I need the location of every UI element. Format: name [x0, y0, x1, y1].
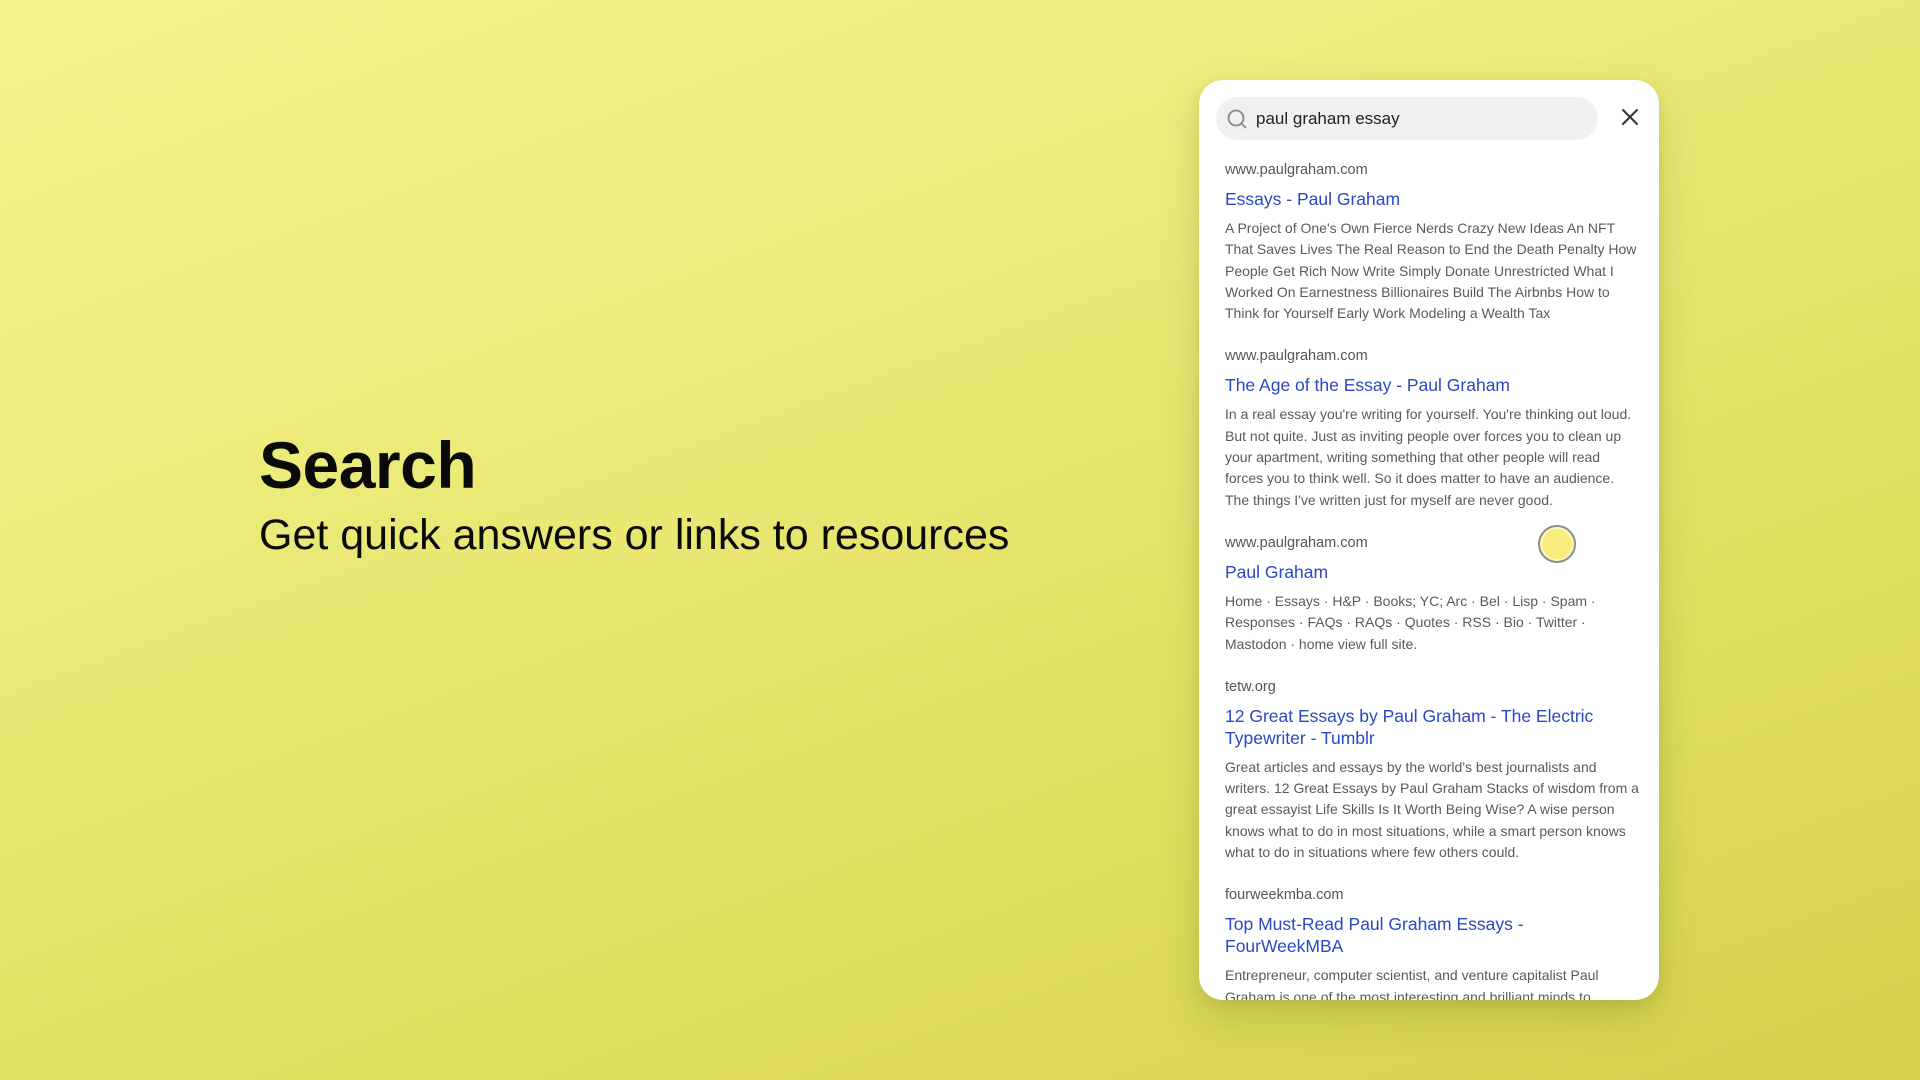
result-snippet: Entrepreneur, computer scientist, and ve… — [1225, 967, 1599, 1000]
result-domain: www.paulgraham.com — [1225, 534, 1368, 551]
result-domain: www.paulgraham.com — [1225, 162, 1368, 178]
search-input[interactable] — [1256, 108, 1576, 129]
close-button[interactable] — [1616, 105, 1644, 133]
hero-subtitle: Get quick answers or links to resources — [259, 511, 1010, 559]
result-snippet: A Project of One's Own Fierce Nerds Craz… — [1225, 220, 1637, 322]
result-item: www.paulgraham.com The Age of the Essay … — [1225, 346, 1639, 510]
result-title-link[interactable]: Top Must-Read Paul Graham Essays - FourW… — [1225, 913, 1639, 957]
results-list: www.paulgraham.com Essays - Paul Graham … — [1225, 160, 1639, 1000]
cursor-indicator — [1538, 525, 1576, 563]
result-item: www.paulgraham.com Essays - Paul Graham … — [1225, 160, 1639, 324]
close-icon — [1621, 108, 1639, 131]
result-item: www.paulgraham.com Paul Graham Home · Es… — [1225, 533, 1639, 655]
result-title-link[interactable]: Paul Graham — [1225, 561, 1639, 583]
result-title-link[interactable]: The Age of the Essay - Paul Graham — [1225, 374, 1639, 396]
result-snippet: In a real essay you're writing for yours… — [1225, 406, 1632, 508]
result-title-link[interactable]: 12 Great Essays by Paul Graham - The Ele… — [1225, 705, 1639, 749]
result-domain: www.paulgraham.com — [1225, 348, 1368, 365]
search-icon — [1226, 108, 1248, 130]
hero: Search Get quick answers or links to res… — [259, 425, 1009, 563]
search-bar — [1216, 97, 1646, 140]
result-item: tetw.org 12 Great Essays by Paul Graham … — [1225, 677, 1639, 863]
result-domain: fourweekmba.com — [1225, 887, 1344, 904]
result-item: fourweekmba.com Top Must-Read Paul Graha… — [1225, 885, 1639, 1000]
result-snippet: Home · Essays · H&P · Books; YC; Arc · B… — [1225, 592, 1596, 652]
result-title-link[interactable]: Essays - Paul Graham — [1225, 188, 1639, 210]
search-box[interactable] — [1216, 97, 1598, 140]
hero-title: Search — [259, 428, 477, 502]
result-domain: tetw.org — [1225, 678, 1276, 695]
result-snippet: Great articles and essays by the world's… — [1225, 758, 1639, 861]
search-panel: www.paulgraham.com Essays - Paul Graham … — [1199, 80, 1659, 1000]
